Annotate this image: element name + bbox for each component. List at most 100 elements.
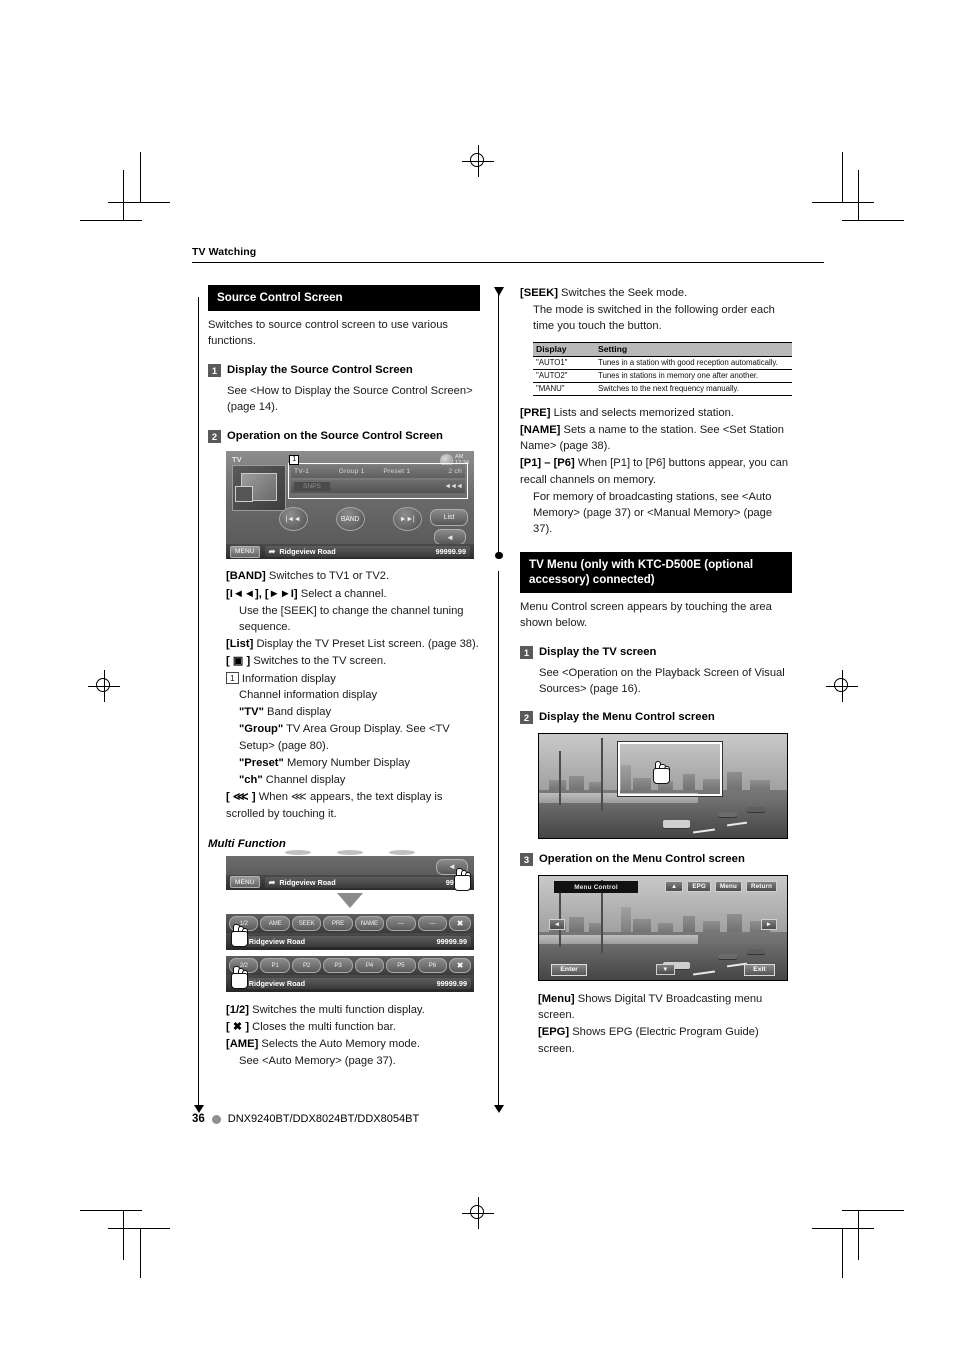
definition-key: [SEEK]	[520, 287, 558, 299]
step-number: 2	[208, 429, 221, 443]
step-title: Operation on the Menu Control screen	[539, 853, 745, 866]
band-button[interactable]: BAND	[335, 507, 365, 532]
cell-display: "AUTO1"	[533, 356, 595, 370]
left-arrow-button[interactable]: ◄	[548, 919, 566, 931]
definition-menu: [Menu] Shows Digital TV Broadcasting men…	[538, 991, 792, 1023]
mf-blank-button-2[interactable]: —	[417, 915, 447, 931]
page-footer: 36 DNX9240BT/DDX8024BT/DDX8054BT	[192, 1113, 419, 1125]
list-button[interactable]: List	[430, 509, 468, 527]
step-title: Display the Menu Control screen	[539, 711, 715, 724]
step-title: Display the Source Control Screen	[227, 364, 413, 377]
up-arrow-button[interactable]: ▲	[664, 881, 684, 892]
menu-button[interactable]: Menu	[714, 881, 742, 892]
back-arrow-button[interactable]: ◄	[434, 529, 466, 546]
definition-text: Switches to TV1 or TV2.	[268, 570, 390, 583]
right-column: [SEEK] Switches the Seek mode. The mode …	[520, 285, 792, 1058]
mf-nav-row-1: ➦ Ridgeview Road 99999.99	[226, 932, 474, 950]
tv-screen-figure	[538, 733, 788, 840]
mf-blank-button-1[interactable]: —	[386, 915, 416, 931]
navigation-bar: ➦ Ridgeview Road 99999	[264, 876, 470, 888]
definition-pre: [PRE] Lists and selects memorized statio…	[520, 405, 792, 421]
navigation-bar: ➦ Ridgeview Road 99999.99	[234, 977, 471, 989]
mf-seek-button[interactable]: SEEK	[291, 915, 322, 931]
next-channel-button[interactable]: ►►|	[392, 507, 422, 532]
definition-text: For memory of broadcasting stations, see…	[533, 490, 773, 536]
turn-arrow-icon: ➦	[268, 877, 276, 887]
menu-definitions: [Menu] Shows Digital TV Broadcasting men…	[520, 991, 792, 1057]
mf-p5-button[interactable]: P5	[386, 957, 416, 973]
enter-button[interactable]: Enter	[551, 963, 587, 976]
mf-ame-button[interactable]: AME	[260, 915, 290, 931]
definition-text: See <Auto Memory> (page 37).	[239, 1055, 396, 1068]
definition-key: "ch"	[239, 774, 263, 787]
menu-control-title: Menu Control	[553, 881, 639, 894]
definition-key: [ ⋘ ]	[226, 791, 256, 804]
definition-text: Information display	[241, 672, 336, 685]
definition-seek-note: Use the [SEEK] to change the channel tun…	[226, 603, 480, 635]
definition-band: [BAND] Switches to TV1 or TV2.	[226, 568, 480, 584]
previous-channel-button[interactable]: |◄◄	[278, 507, 308, 532]
group-value: Group 1	[338, 468, 365, 476]
cell-setting: Switches to the next frequency manually.	[595, 382, 792, 396]
definition-name: [NAME] Sets a name to the station. See <…	[520, 422, 792, 454]
definition-key: [List]	[226, 638, 254, 651]
mf-p6-button[interactable]: P6	[417, 957, 447, 973]
registration-mark-left	[88, 670, 120, 702]
nav-distance: 99999.99	[435, 547, 466, 557]
multi-function-figure: ◄ MENU ➦ Ridgeview Road 99999	[226, 849, 474, 992]
flow-line-gutter-top	[492, 287, 506, 559]
nav-distance: 99999.99	[436, 978, 467, 988]
cell-setting: Tunes in a station with good reception a…	[595, 356, 792, 370]
definition-text: Memory Number Display	[286, 756, 411, 769]
definition-text: Use the [SEEK] to change the channel tun…	[239, 604, 464, 633]
right-arrow-button[interactable]: ►	[760, 919, 778, 931]
step-number: 2	[520, 711, 533, 725]
mf-p4-button[interactable]: P4	[354, 957, 385, 973]
column-header-setting: Setting	[595, 341, 792, 357]
return-button[interactable]: Return	[745, 881, 778, 892]
definition-text: Switches the Seek mode.	[561, 287, 688, 299]
mf-close-button[interactable]: ✖	[448, 915, 471, 931]
definition-key: "Preset"	[239, 756, 284, 769]
multi-function-heading: Multi Function	[208, 837, 286, 850]
epg-button[interactable]: EPG	[687, 881, 711, 892]
hand-cursor-icon	[229, 923, 249, 947]
screen-source-label: TV	[232, 455, 242, 465]
mf-name-button[interactable]: NAME	[354, 915, 385, 931]
seek-definition-block: [SEEK] Switches the Seek mode. The mode …	[520, 285, 792, 335]
definition-text: Closes the multi function bar.	[252, 1021, 396, 1034]
seek-mode-table: Display Setting "AUTO1" Tunes in a stati…	[533, 341, 792, 396]
step-title: Display the TV screen	[539, 645, 657, 658]
step-2-operation-source-control: 2 Operation on the Source Control Screen	[208, 429, 480, 444]
definition-text: Channel display	[265, 774, 346, 787]
definition-key: "Group"	[239, 723, 284, 736]
model-names: DNX9240BT/DDX8024BT/DDX8054BT	[227, 1113, 420, 1125]
hand-cursor-icon	[229, 965, 249, 989]
definition-subtext: Channel information display	[239, 688, 378, 701]
mf-pre-button[interactable]: PRE	[323, 915, 353, 931]
mf-close-button[interactable]: ✖	[448, 957, 471, 973]
exit-button[interactable]: Exit	[744, 963, 775, 976]
down-arrow-button[interactable]: ▼	[656, 964, 675, 976]
step-title: Operation on the Source Control Screen	[227, 429, 443, 442]
step-1-body: See <Operation on the Playback Screen of…	[539, 666, 785, 695]
definition-group: "Group" TV Area Group Display. See <TV S…	[226, 721, 480, 753]
table-header-row: Display Setting	[533, 341, 792, 357]
hand-cursor-icon	[651, 761, 671, 785]
menu-button[interactable]: MENU	[230, 876, 260, 889]
mf-p3-button[interactable]: P3	[323, 957, 353, 973]
definition-key: [PRE]	[520, 406, 551, 419]
mf-p2-button[interactable]: P2	[291, 957, 322, 973]
mf-p1-button[interactable]: P1	[260, 957, 290, 973]
callout-number: 1	[226, 671, 239, 684]
footer-dot-icon	[211, 1114, 221, 1124]
menu-button[interactable]: MENU	[230, 545, 260, 558]
band-value: TV-1	[294, 468, 310, 476]
step-2-display-menu-control: 2 Display the Menu Control screen	[520, 710, 792, 725]
header-rule	[192, 262, 824, 263]
definition-text: The mode is switched in the following or…	[533, 304, 775, 333]
information-display-box: TV-1 Group 1 Preset 1 2 ch SNPS ◄◄◄	[288, 463, 468, 500]
mf-page-2: 2/2 P1 P2 P3 P4 P5 P6 ✖ ➦ Ridgeview Road	[226, 955, 474, 992]
manual-page: TV Watching Source Control Screen Switch…	[0, 0, 954, 1350]
navigation-bar: ➦ Ridgeview Road 99999.99	[234, 935, 471, 947]
